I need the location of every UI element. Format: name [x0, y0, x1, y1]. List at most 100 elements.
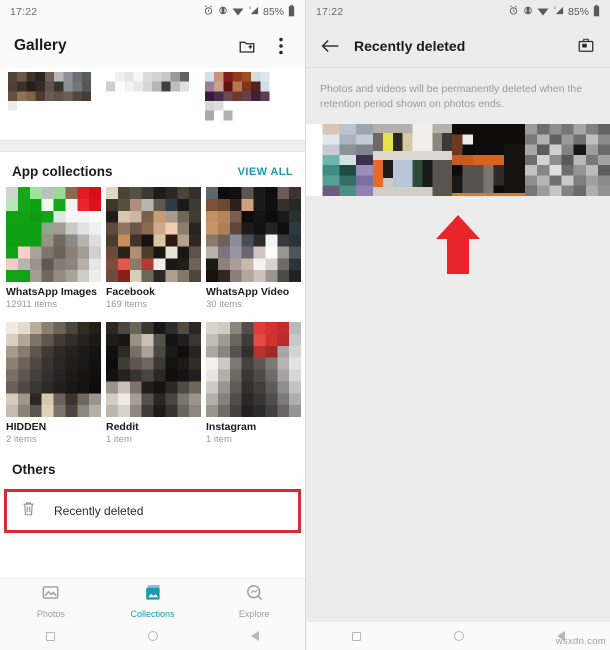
collection-thumbnail [6, 187, 101, 282]
svg-text:x: x [249, 5, 252, 10]
battery-percent: 85% [262, 6, 284, 18]
collection-thumbnail [106, 187, 201, 282]
alarm-icon [203, 5, 214, 19]
explore-icon [245, 583, 264, 607]
deleted-items-strip [306, 124, 610, 197]
nav-label-explore: Explore [238, 608, 270, 619]
recently-deleted-label: Recently deleted [54, 504, 144, 518]
recently-deleted-app-bar: Recently deleted [306, 24, 610, 68]
watermark: wsxdn.com [555, 636, 606, 647]
collection-count: 1 item [206, 434, 232, 445]
svg-text:x: x [554, 5, 557, 10]
recently-deleted-row[interactable]: Recently deleted [7, 492, 298, 530]
collection-thumbnail [6, 322, 101, 417]
view-all-link[interactable]: VIEW ALL [238, 166, 293, 178]
collection-count: 12911 items [6, 299, 58, 310]
recent-photos-strip [0, 68, 305, 140]
deleted-thumbnail[interactable] [306, 124, 373, 197]
status-bar-right: 17:22 x 85% [306, 0, 610, 24]
app-collections-row: HIDDEN 2 items Reddit 1 item Instagram 1… [0, 322, 305, 445]
collection-name: Facebook [106, 286, 156, 298]
recents-button[interactable] [46, 631, 56, 641]
collection-card[interactable]: WhatsApp Images 12911 items [6, 187, 101, 310]
wifi-icon [232, 6, 244, 19]
annotation-arrow-area [306, 196, 610, 277]
status-time: 17:22 [316, 6, 344, 18]
up-arrow-annotation [436, 215, 480, 275]
collection-name: HIDDEN [6, 421, 47, 433]
back-button[interactable] [250, 631, 259, 641]
status-bar-left: 17:22 x 85% [0, 0, 305, 24]
photo-thumbnail[interactable] [106, 72, 199, 130]
home-button[interactable] [147, 631, 158, 641]
collection-card[interactable]: Instagram 1 item [206, 322, 301, 445]
signal-icon: x [553, 5, 564, 19]
deleted-thumbnail[interactable] [451, 124, 525, 197]
collection-thumbnail [106, 322, 201, 417]
home-button[interactable] [453, 631, 464, 641]
photos-icon [41, 583, 60, 607]
photo-thumbnail[interactable] [204, 72, 297, 130]
alarm-icon [508, 5, 519, 19]
collection-count: 2 items [6, 434, 37, 445]
collections-icon [143, 583, 162, 607]
photo-thumbnail[interactable] [8, 72, 101, 130]
collection-card[interactable]: HIDDEN 2 items [6, 322, 101, 445]
collections-row-gap [0, 310, 305, 322]
page-title: Gallery [14, 37, 67, 54]
vibrate-icon [523, 5, 533, 19]
status-time: 17:22 [10, 6, 38, 18]
page-title: Recently deleted [354, 37, 466, 54]
selected-thumbnail-indicator [451, 193, 525, 197]
android-navigation-bar-left [0, 622, 305, 650]
section-title: App collections [12, 164, 113, 179]
collection-card[interactable]: Facebook 169 items [106, 187, 201, 310]
recently-deleted-screen: 17:22 x 85% Recently deleted Photos and … [305, 0, 610, 650]
collection-card[interactable]: WhatsApp Video 30 items [206, 187, 301, 310]
signal-icon: x [248, 5, 259, 19]
vibrate-icon [218, 5, 228, 19]
others-header: Others [0, 445, 305, 489]
status-icons: x 85% [508, 4, 600, 20]
retention-notice: Photos and videos will be permanently de… [306, 68, 610, 125]
collection-name: WhatsApp Video [206, 286, 290, 298]
app-bar-actions [237, 36, 291, 56]
collection-count: 1 item [106, 434, 132, 445]
status-icons: x 85% [203, 4, 295, 20]
gallery-screen: 17:22 x 85% Gallery App collections VIEW… [0, 0, 305, 650]
deleted-thumbnail[interactable] [372, 124, 452, 197]
nav-label-collections: Collections [130, 608, 175, 619]
recently-deleted-highlight: Recently deleted [4, 489, 301, 533]
collection-thumbnail [206, 322, 301, 417]
collection-name: Reddit [106, 421, 139, 433]
battery-icon [288, 4, 295, 20]
back-arrow-icon[interactable] [320, 36, 340, 56]
app-collections-row: WhatsApp Images 12911 items Facebook 169… [0, 187, 305, 310]
add-folder-icon[interactable] [237, 36, 257, 56]
collection-count: 169 items [106, 299, 148, 310]
battery-icon [593, 4, 600, 20]
collection-thumbnail [206, 187, 301, 282]
recents-button[interactable] [352, 631, 362, 641]
section-divider [0, 140, 305, 152]
empty-trash-icon[interactable] [576, 36, 596, 56]
wifi-icon [537, 6, 549, 19]
others-title: Others [12, 462, 56, 477]
bottom-navigation: Photos Collections Explore [0, 578, 305, 622]
dual-screenshot: 17:22 x 85% Gallery App collections VIEW… [0, 0, 610, 650]
collection-count: 30 items [206, 299, 242, 310]
app-collections-header: App collections VIEW ALL [0, 152, 305, 187]
collection-card[interactable]: Reddit 1 item [106, 322, 201, 445]
deleted-thumbnail[interactable] [524, 124, 610, 197]
nav-tab-collections[interactable]: Collections [102, 583, 204, 619]
nav-tab-explore[interactable]: Explore [203, 583, 305, 619]
collection-name: WhatsApp Images [6, 286, 98, 298]
app-bar-actions [576, 36, 596, 56]
collection-name: Instagram [206, 421, 257, 433]
gallery-app-bar: Gallery [0, 24, 305, 68]
battery-percent: 85% [567, 6, 589, 18]
overflow-menu-icon[interactable] [271, 36, 291, 56]
trash-icon [21, 500, 36, 522]
nav-tab-photos[interactable]: Photos [0, 583, 102, 619]
nav-label-photos: Photos [36, 608, 65, 619]
